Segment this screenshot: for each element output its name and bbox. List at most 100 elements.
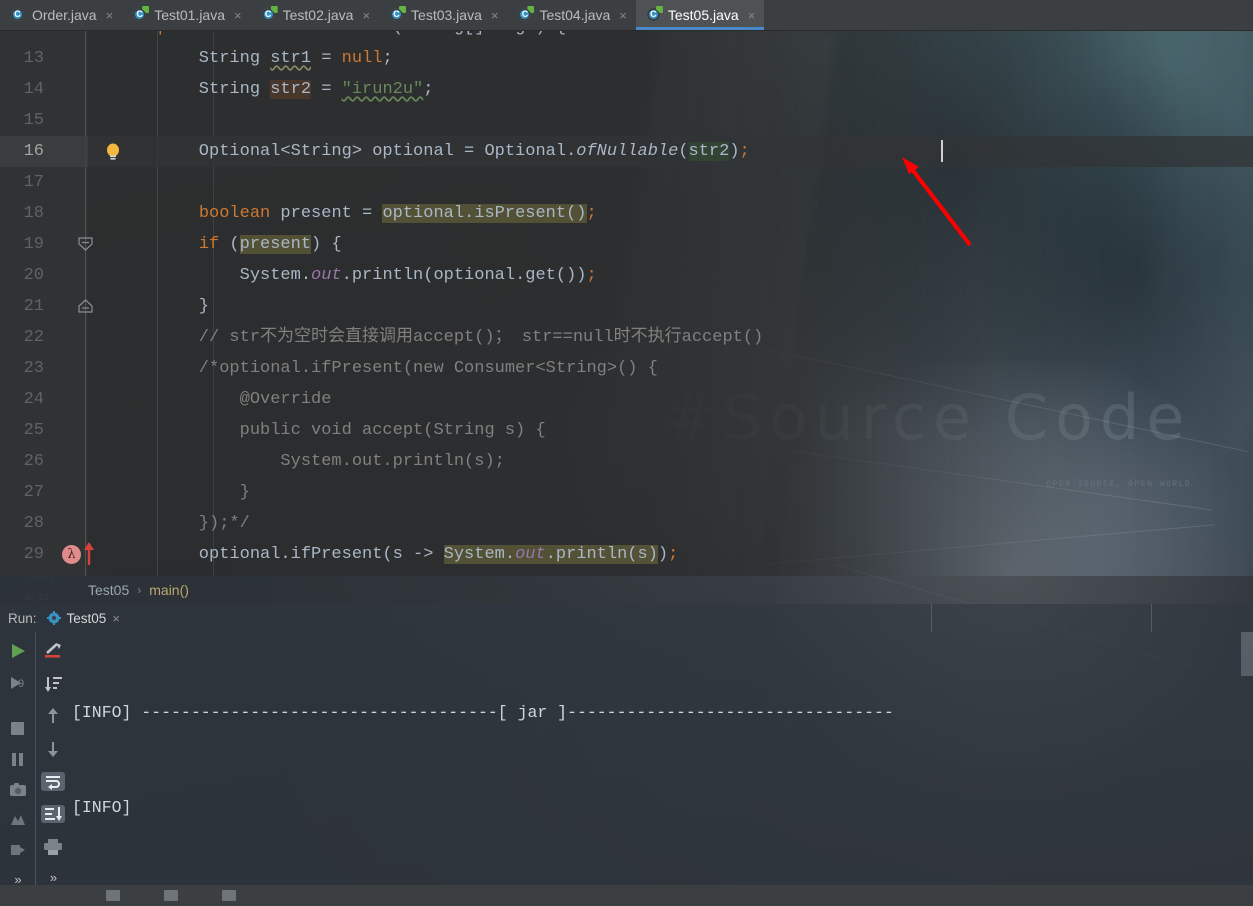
java-class-icon: C xyxy=(390,6,407,22)
code-line-19[interactable]: 19 if (present) { xyxy=(0,229,1253,260)
line-number: 19 xyxy=(23,235,44,254)
editor-tab-test03[interactable]: C Test03.java × xyxy=(379,0,507,30)
code-line-20[interactable]: 20 System.out.println(optional.get()); xyxy=(0,260,1253,291)
arrow-up-icon xyxy=(82,541,96,576)
run-tab-test05[interactable]: Test05 × xyxy=(46,611,120,626)
code-line-14[interactable]: 14 String str2 = "irun2u"; xyxy=(0,74,1253,105)
close-icon[interactable]: × xyxy=(104,9,114,22)
code-line-23[interactable]: 23 /*optional.ifPresent(new Consumer<Str… xyxy=(0,353,1253,384)
more-2-button[interactable]: » xyxy=(50,870,57,885)
rerun-button[interactable] xyxy=(6,642,30,660)
scroll-to-end-2-button[interactable] xyxy=(41,804,65,824)
soft-wrap-button[interactable] xyxy=(41,772,65,791)
status-indicator-icon[interactable] xyxy=(106,890,120,901)
status-indicator-icon[interactable] xyxy=(164,890,178,901)
fold-collapse-icon[interactable] xyxy=(77,237,94,253)
arrow-up-button[interactable] xyxy=(41,707,65,726)
editor-tab-test04[interactable]: C Test04.java × xyxy=(507,0,635,30)
status-bar-items xyxy=(96,890,236,901)
line-number: 28 xyxy=(23,514,44,533)
code-lines: 12 public static void main(String[] args… xyxy=(0,31,1253,576)
close-icon[interactable]: × xyxy=(112,611,120,626)
run-toolbar: 9 » » xyxy=(0,632,70,887)
intention-bulb-icon[interactable] xyxy=(105,142,121,162)
scroll-to-end-button[interactable] xyxy=(41,675,65,694)
run-method-icon[interactable] xyxy=(58,31,72,42)
code-line-16[interactable]: 16 Optional<String> optional = Optional.… xyxy=(0,136,1253,167)
code-line-29[interactable]: 29 λ optional.ifPresent(s -> System.out.… xyxy=(0,539,1253,570)
editor-tab-order[interactable]: C Order.java × xyxy=(0,0,122,30)
console-scrollbar[interactable] xyxy=(1241,632,1253,676)
line-number: 23 xyxy=(23,359,44,378)
java-class-icon: C xyxy=(11,8,25,22)
line-text: public static void main(String[] args) { xyxy=(158,31,566,43)
run-window-header: Run: Test05 × xyxy=(0,604,1253,632)
close-icon[interactable]: × xyxy=(232,9,242,22)
toggle-soft-wraps-button[interactable] xyxy=(41,642,65,661)
close-icon[interactable]: × xyxy=(360,9,370,22)
code-line-17[interactable]: 17 xyxy=(0,167,1253,198)
line-text: // str不为空时会直接调用accept()； str==null时不执行ac… xyxy=(158,328,764,347)
run-toolbar-column-primary: 9 » xyxy=(0,632,35,887)
run-tool-window: Run: Test05 × 9 » » [INFO] -------------… xyxy=(0,604,1253,887)
line-text: Optional<String> optional = Optional.ofN… xyxy=(158,142,750,161)
editor-tab-test01[interactable]: C Test01.java × xyxy=(122,0,250,30)
code-line-18[interactable]: 18 boolean present = optional.isPresent(… xyxy=(0,198,1253,229)
print-button[interactable] xyxy=(41,837,65,856)
code-line-28[interactable]: 28 });*/ xyxy=(0,508,1253,539)
code-line-26[interactable]: 26 System.out.println(s); xyxy=(0,446,1253,477)
line-number: 20 xyxy=(23,266,44,285)
line-number: 13 xyxy=(23,49,44,68)
header-divider xyxy=(931,604,932,632)
code-line-21[interactable]: 21 } xyxy=(0,291,1253,322)
editor-tab-test02[interactable]: C Test02.java × xyxy=(251,0,379,30)
pause-output-button[interactable] xyxy=(6,751,30,768)
line-text: if (present) { xyxy=(198,235,342,254)
close-icon[interactable]: × xyxy=(617,9,627,22)
code-line-12[interactable]: 12 public static void main(String[] args… xyxy=(0,31,1253,43)
run-window-label: Run: xyxy=(8,610,37,626)
console-output[interactable]: [INFO] ---------------------------------… xyxy=(72,632,1253,885)
status-indicator-icon[interactable] xyxy=(222,890,236,901)
breadcrumb-class[interactable]: Test05 xyxy=(88,582,129,598)
fold-collapse-icon[interactable] xyxy=(77,299,94,315)
svg-text:9: 9 xyxy=(18,678,24,690)
line-number: 16 xyxy=(23,142,44,161)
code-line-22[interactable]: 22 // str不为空时会直接调用accept()； str==null时不执… xyxy=(0,322,1253,353)
editor-tab-test05[interactable]: C Test05.java × xyxy=(635,0,765,30)
close-icon[interactable]: × xyxy=(746,9,756,22)
tab-label: Test02.java xyxy=(282,7,354,23)
line-number: 25 xyxy=(23,421,44,440)
tab-label: Test03.java xyxy=(411,7,482,23)
status-bar-left xyxy=(0,885,96,906)
line-number: 27 xyxy=(23,483,44,502)
code-line-15[interactable]: 15 xyxy=(0,105,1253,136)
line-text: System.out.println(optional.get()); xyxy=(158,266,597,285)
code-line-25[interactable]: 25 public void accept(String s) { xyxy=(0,415,1253,446)
arrow-down-button[interactable] xyxy=(41,740,65,759)
lambda-icon[interactable]: λ xyxy=(62,545,81,564)
breadcrumb-method[interactable]: main() xyxy=(149,582,189,598)
code-editor[interactable]: 12 public static void main(String[] args… xyxy=(0,31,1253,576)
line-number: 18 xyxy=(23,204,44,223)
breadcrumb[interactable]: Test05 › main() xyxy=(0,576,1253,604)
idea-window: #Source Code OPEN SOURCE, OPEN WORLD in … xyxy=(0,0,1253,906)
dump-threads-button[interactable] xyxy=(6,782,30,798)
console-line: [INFO] xyxy=(72,797,132,817)
rerun-failed-tests-button[interactable]: 9 xyxy=(6,674,30,692)
line-text: /*optional.ifPresent(new Consumer<String… xyxy=(158,359,658,378)
run-toolbar-column-secondary: » xyxy=(35,632,70,885)
line-text: });*/ xyxy=(158,514,250,533)
code-line-27[interactable]: 27 } xyxy=(0,477,1253,508)
restore-layout-button[interactable] xyxy=(6,812,30,828)
gear-icon xyxy=(46,611,61,625)
close-icon[interactable]: × xyxy=(489,9,499,22)
stop-button[interactable] xyxy=(6,720,30,737)
code-line-24[interactable]: 24 @Override xyxy=(0,384,1253,415)
editor-tab-bar: C Order.java × C Test01.java × C Test02.… xyxy=(0,0,1253,31)
line-text: public void accept(String s) { xyxy=(158,421,546,440)
code-line-13[interactable]: 13 String str1 = null; xyxy=(0,43,1253,74)
line-text: } xyxy=(158,297,210,316)
expand-button[interactable] xyxy=(6,842,30,858)
breadcrumb-separator: › xyxy=(137,583,142,597)
